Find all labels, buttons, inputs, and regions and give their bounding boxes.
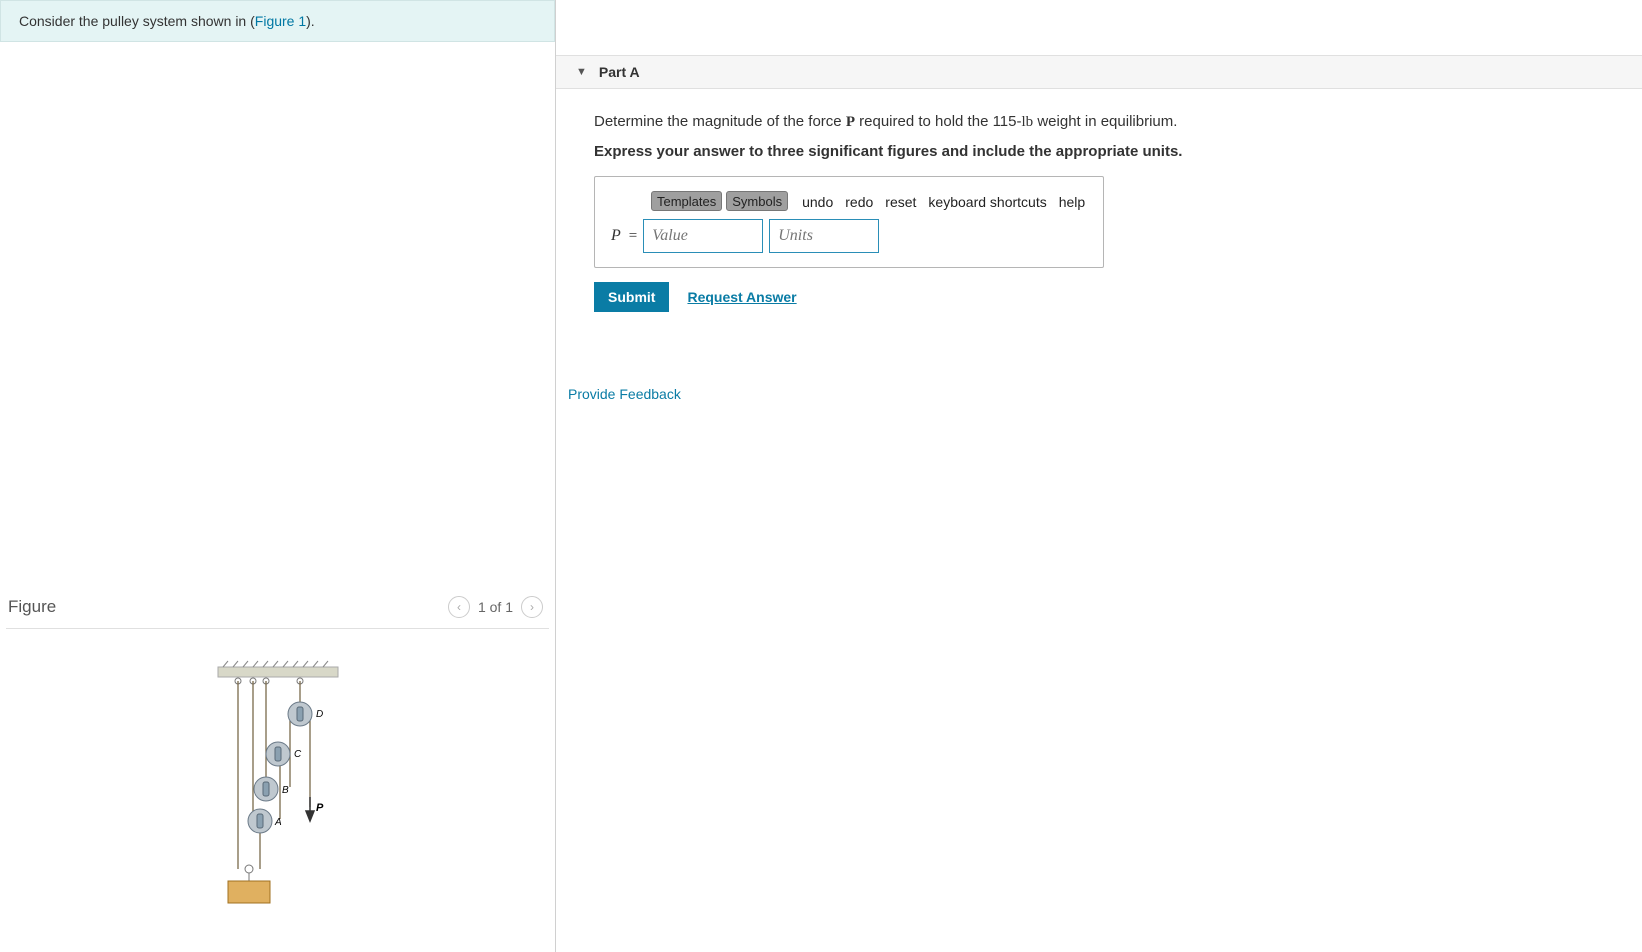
provide-feedback-link[interactable]: Provide Feedback — [568, 386, 681, 402]
question-post: weight in equilibrium. — [1033, 113, 1177, 130]
part-title: Part A — [599, 64, 640, 80]
help-button[interactable]: help — [1055, 194, 1089, 211]
figure-next-button[interactable]: › — [521, 596, 543, 618]
problem-intro: Consider the pulley system shown in (Fig… — [0, 0, 555, 42]
intro-text-post: ). — [306, 13, 315, 29]
equals-sign: = — [629, 228, 637, 245]
intro-text-pre: Consider the pulley system shown in ( — [19, 13, 255, 29]
answer-toolbar: Templates Symbols undo redo reset keyboa… — [605, 191, 1093, 219]
symbols-button[interactable]: Symbols — [726, 191, 788, 211]
question-variable: P — [846, 114, 855, 130]
figure-pager: 1 of 1 — [478, 599, 513, 615]
answer-instruction: Express your answer to three significant… — [594, 143, 1604, 160]
figure-title: Figure — [8, 597, 56, 617]
question-text: Determine the magnitude of the force P r… — [594, 113, 1604, 131]
figure-prev-button[interactable]: ‹ — [448, 596, 470, 618]
value-input[interactable] — [643, 219, 763, 253]
templates-button[interactable]: Templates — [651, 191, 722, 211]
collapse-caret-icon[interactable]: ▼ — [576, 66, 587, 78]
figure-link[interactable]: Figure 1 — [255, 13, 306, 29]
question-units: lb — [1022, 114, 1034, 130]
figure-image: D C B A — [6, 629, 549, 952]
part-header[interactable]: ▼ Part A — [556, 55, 1642, 89]
pulley-label-A: A — [274, 817, 282, 828]
pulley-label-C: C — [294, 749, 302, 760]
redo-button[interactable]: redo — [841, 194, 877, 211]
undo-button[interactable]: undo — [798, 194, 837, 211]
request-answer-link[interactable]: Request Answer — [687, 289, 796, 305]
submit-button[interactable]: Submit — [594, 282, 669, 312]
pulley-label-B: B — [282, 785, 289, 796]
pulley-label-D: D — [316, 709, 323, 720]
question-pre: Determine the magnitude of the force — [594, 113, 846, 130]
reset-button[interactable]: reset — [881, 194, 920, 211]
keyboard-shortcuts-button[interactable]: keyboard shortcuts — [924, 194, 1050, 211]
answer-box: Templates Symbols undo redo reset keyboa… — [594, 176, 1104, 268]
figure-header: Figure ‹ 1 of 1 › — [6, 590, 549, 629]
units-input[interactable] — [769, 219, 879, 253]
force-label-P: P — [316, 802, 324, 814]
answer-variable: P — [611, 227, 621, 245]
question-mid: required to hold the 115- — [855, 113, 1022, 130]
